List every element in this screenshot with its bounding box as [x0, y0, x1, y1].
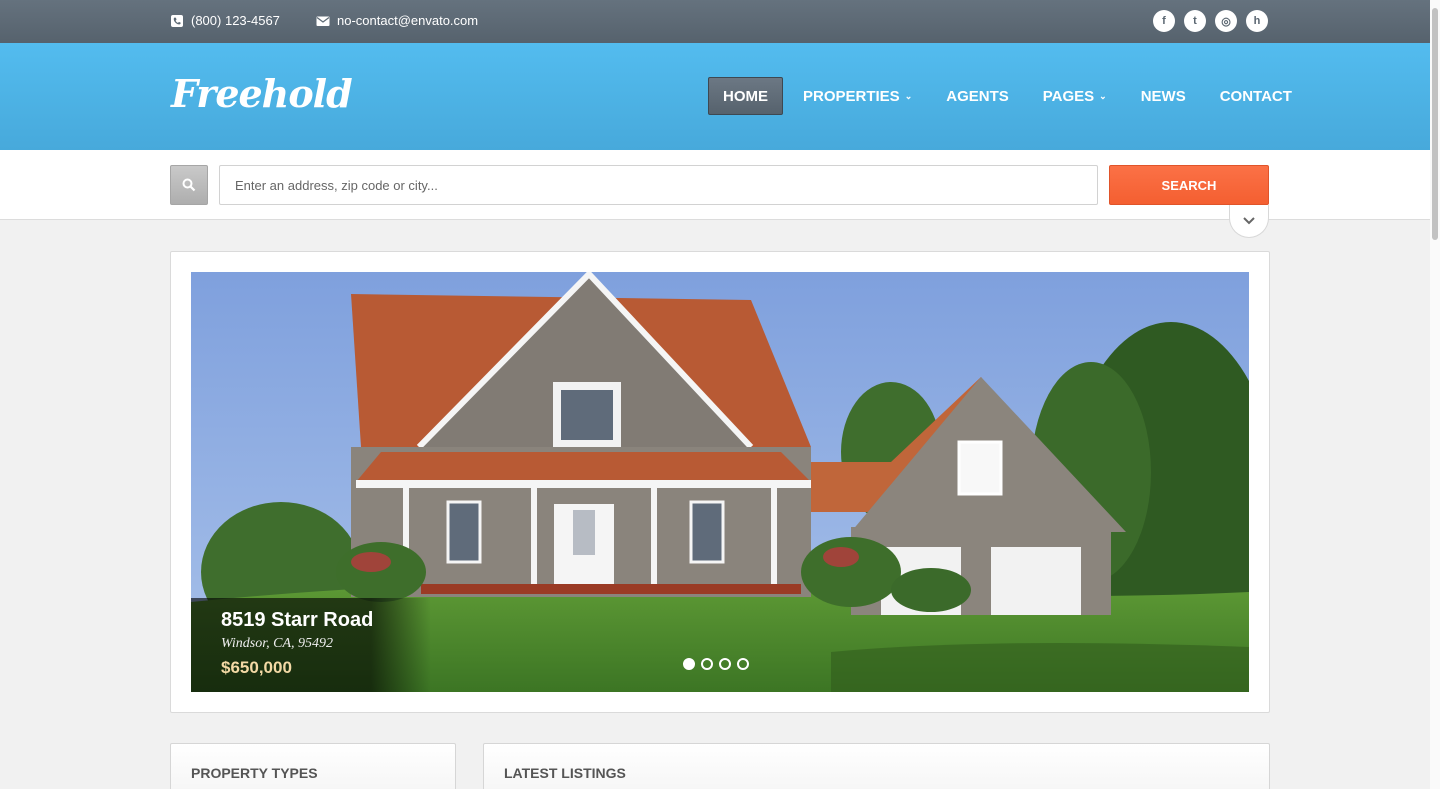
chevron-down-icon: ⌄	[904, 90, 913, 101]
site-header: Freehold HOME PROPERTIES ⌄ AGENTS PAGES ⌄ …	[0, 43, 1440, 150]
houzz-icon[interactable]: h	[1246, 10, 1268, 32]
slider-pagination	[683, 658, 749, 670]
facebook-icon[interactable]: f	[1153, 10, 1175, 32]
page-scrollbar[interactable]	[1430, 0, 1440, 789]
nav-home-label: HOME	[723, 87, 768, 105]
envelope-icon	[316, 16, 330, 26]
nav-properties-label: PROPERTIES	[803, 87, 900, 105]
scrollbar-thumb[interactable]	[1432, 8, 1438, 240]
email-contact[interactable]: no-contact@envato.com	[316, 13, 478, 28]
email-address: no-contact@envato.com	[337, 13, 479, 28]
nav-pages[interactable]: PAGES ⌄	[1029, 77, 1121, 115]
main-nav: HOME PROPERTIES ⌄ AGENTS PAGES ⌄ NEWS CONT…	[708, 77, 1312, 115]
property-types-heading: PROPERTY TYPES	[191, 765, 318, 781]
phone-number: (800) 123-4567	[191, 13, 280, 28]
search-button[interactable]: SEARCH	[1109, 165, 1269, 205]
slider-dot[interactable]	[683, 658, 695, 670]
slide-price: $650,000	[221, 658, 292, 677]
twitter-icon[interactable]: t	[1184, 10, 1206, 32]
chevron-down-icon: ⌄	[1099, 90, 1107, 101]
phone-icon	[171, 14, 183, 27]
nav-agents-label: AGENTS	[946, 87, 1009, 105]
nav-pages-label: PAGES	[1042, 87, 1095, 105]
advanced-search-toggle[interactable]	[170, 165, 208, 205]
chevron-down-icon	[1243, 217, 1255, 225]
featured-slide[interactable]: 8519 Starr Road Windsor, CA, 95492 $650,…	[191, 272, 1249, 692]
nav-properties[interactable]: PROPERTIES ⌄	[789, 77, 926, 115]
slider-dot[interactable]	[719, 658, 731, 670]
property-types-widget: PROPERTY TYPES	[170, 743, 456, 789]
nav-news[interactable]: NEWS	[1127, 77, 1200, 115]
latest-listings-heading: LATEST LISTINGS	[504, 765, 626, 781]
slide-title[interactable]: 8519 Starr Road	[221, 609, 373, 632]
latest-listings-widget: LATEST LISTINGS	[483, 743, 1270, 789]
search-bar: SEARCH	[0, 150, 1440, 220]
phone-contact[interactable]: (800) 123-4567	[170, 13, 280, 28]
top-bar: (800) 123-4567 no-contact@envato.com f t…	[0, 0, 1440, 43]
nav-agents[interactable]: AGENTS	[932, 77, 1023, 115]
search-input[interactable]	[219, 165, 1098, 205]
nav-contact-label: CONTACT	[1219, 87, 1292, 105]
search-icon	[182, 178, 196, 192]
site-logo[interactable]: Freehold	[171, 71, 353, 116]
nav-news-label: NEWS	[1140, 87, 1186, 105]
slider-dot[interactable]	[737, 658, 749, 670]
social-links: f t ◎ h	[1153, 10, 1268, 32]
expand-search-button[interactable]	[1229, 205, 1269, 238]
nav-home[interactable]: HOME	[708, 77, 783, 115]
slider-dot[interactable]	[701, 658, 713, 670]
slide-location: Windsor, CA, 95492	[221, 636, 334, 651]
instagram-icon[interactable]: ◎	[1215, 10, 1237, 32]
featured-slider-panel: 8519 Starr Road Windsor, CA, 95492 $650,…	[170, 251, 1270, 713]
nav-contact[interactable]: CONTACT	[1206, 77, 1306, 115]
